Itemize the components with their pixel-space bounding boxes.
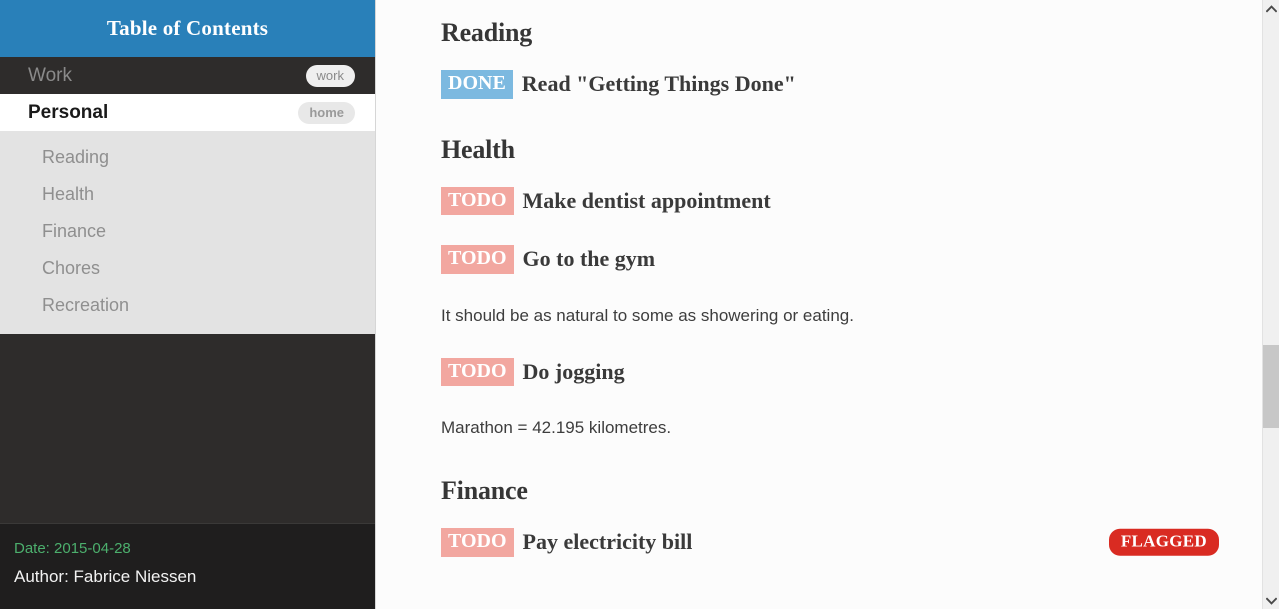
task-title: Make dentist appointment — [522, 187, 771, 213]
task-note: Marathon = 42.195 kilometres. — [441, 418, 672, 438]
table-of-contents-header: Table of Contents — [0, 0, 375, 57]
main-content-area: Reading DONE Read "Getting Things Done" … — [375, 0, 1279, 609]
task-title: Pay electricity bill — [522, 529, 693, 555]
task-title: Read "Getting Things Done" — [521, 71, 796, 97]
sidebar-item-finance[interactable]: Finance — [0, 213, 375, 250]
sidebar-item-health-label: Health — [42, 184, 95, 204]
sidebar-item-work-label: Work — [28, 64, 72, 86]
table-of-contents-title: Table of Contents — [106, 16, 269, 40]
sidebar-empty-space — [0, 334, 375, 523]
sidebar-item-work[interactable]: Work work — [0, 57, 375, 94]
sidebar-item-personal[interactable]: Personal home — [0, 94, 375, 131]
status-badge-todo[interactable]: TODO — [441, 527, 514, 557]
sidebar-item-recreation-label: Recreation — [42, 295, 130, 315]
vertical-scrollbar[interactable] — [1262, 0, 1279, 609]
status-badge-todo[interactable]: TODO — [441, 245, 514, 274]
sidebar-tag-home: home — [298, 101, 355, 124]
sidebar-item-reading[interactable]: Reading — [0, 139, 375, 176]
task-item[interactable]: TODO Pay electricity bill FLAGGED — [441, 527, 1219, 557]
sidebar-item-finance-label: Finance — [42, 221, 107, 241]
chevron-up-icon — [1266, 4, 1277, 13]
section-heading-finance: Finance — [441, 475, 528, 505]
scroll-down-button[interactable] — [1263, 592, 1279, 609]
sidebar-item-recreation[interactable]: Recreation — [0, 287, 375, 324]
sidebar-item-personal-label: Personal — [28, 101, 109, 123]
scrollbar-track[interactable] — [1263, 17, 1279, 592]
document-date: Date: 2015-04-28 — [14, 540, 131, 557]
sidebar-item-chores-label: Chores — [42, 258, 101, 278]
task-title: Go to the gym — [522, 246, 656, 272]
sidebar-inner: Table of Contents Work work Personal hom… — [0, 0, 375, 609]
document-body: Reading DONE Read "Getting Things Done" … — [376, 0, 1279, 609]
sidebar-item-chores[interactable]: Chores — [0, 250, 375, 287]
sidebar-item-health[interactable]: Health — [0, 176, 375, 213]
flagged-tag[interactable]: FLAGGED — [1108, 528, 1219, 556]
task-note: It should be as natural to some as showe… — [441, 305, 854, 325]
status-badge-done[interactable]: DONE — [441, 70, 513, 99]
sidebar-footer: Date: 2015-04-28 Author: Fabrice Niessen — [0, 523, 375, 609]
task-title: Do jogging — [522, 358, 625, 384]
sidebar-sublist: Reading Health Finance Chores Recreation — [0, 131, 375, 334]
section-heading-health: Health — [441, 134, 515, 164]
chevron-down-icon — [1266, 596, 1277, 605]
page-root: Table of Contents Work work Personal hom… — [0, 0, 1279, 609]
scroll-up-button[interactable] — [1263, 0, 1279, 17]
sidebar: Table of Contents Work work Personal hom… — [0, 0, 375, 609]
sidebar-item-reading-label: Reading — [42, 147, 110, 167]
scrollbar-thumb[interactable] — [1263, 345, 1279, 428]
sidebar-tag-work: work — [305, 64, 355, 87]
task-item[interactable]: TODO Do jogging — [441, 357, 1219, 387]
task-item[interactable]: TODO Make dentist appointment — [441, 186, 1219, 216]
task-item[interactable]: TODO Go to the gym — [441, 245, 1219, 274]
status-badge-todo[interactable]: TODO — [441, 186, 514, 216]
document-author: Author: Fabrice Niessen — [14, 567, 197, 586]
section-heading-reading: Reading — [441, 18, 533, 47]
status-badge-todo[interactable]: TODO — [441, 357, 514, 387]
task-item[interactable]: DONE Read "Getting Things Done" — [441, 70, 1219, 99]
